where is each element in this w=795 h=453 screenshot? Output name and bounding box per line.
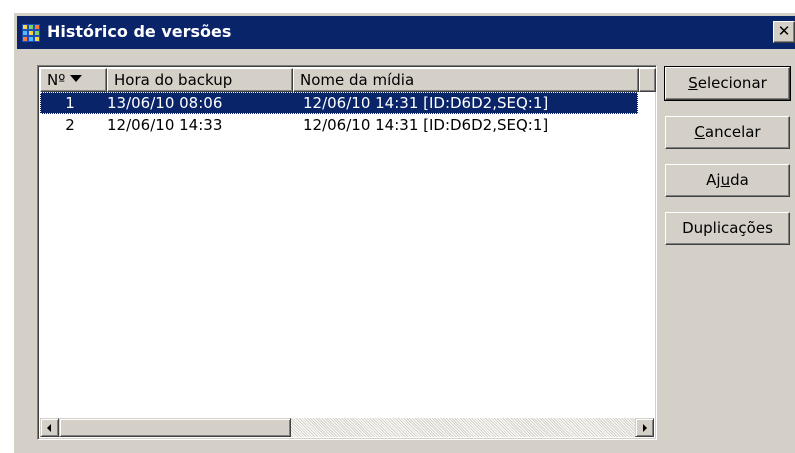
- window-title: Histórico de versões: [47, 22, 232, 41]
- help-button-mnemonic: u: [720, 171, 731, 189]
- cancel-button-label-post: ancelar: [704, 123, 761, 141]
- column-header-backup-time[interactable]: Hora do backup: [107, 68, 293, 92]
- row-media-name: 12/06/10 14:31 [ID:D6D2,SEQ:1]: [303, 116, 549, 134]
- scroll-left-button[interactable]: [40, 418, 59, 437]
- column-header-media-name[interactable]: Nome da mídia: [293, 68, 639, 92]
- row-number: 1: [65, 94, 75, 112]
- help-button-label-pre: Aj: [706, 171, 721, 189]
- horizontal-scrollbar[interactable]: [40, 418, 654, 437]
- column-header-number[interactable]: Nº: [40, 68, 107, 92]
- sort-down-arrow-icon: [70, 75, 83, 82]
- duplicates-button[interactable]: Duplicações: [665, 212, 790, 245]
- help-button[interactable]: Ajuda: [665, 164, 790, 197]
- row-backup-time: 13/06/10 08:06: [107, 94, 223, 112]
- select-button[interactable]: Selecionar: [664, 66, 791, 101]
- select-button-label-post: elecionar: [697, 74, 767, 92]
- help-button-label-post: da: [730, 171, 749, 189]
- column-header-backup-time-label: Hora do backup: [114, 71, 233, 89]
- duplicates-button-label: Duplicações: [682, 219, 773, 237]
- row-backup-time: 12/06/10 14:33: [107, 116, 223, 134]
- arrow-left-icon: [47, 424, 51, 432]
- column-header-media-name-label: Nome da mídia: [300, 71, 415, 89]
- grid-app-icon: [22, 24, 40, 42]
- column-header-filler: [639, 68, 656, 92]
- close-button[interactable]: ✕: [773, 21, 795, 43]
- version-history-dialog: Histórico de versões ✕ Nº Hora do backup…: [13, 12, 795, 453]
- cancel-button-mnemonic: C: [694, 123, 705, 141]
- cancel-button[interactable]: Cancelar: [665, 116, 790, 149]
- column-header-number-label: Nº: [47, 71, 66, 89]
- arrow-right-icon: [643, 424, 647, 432]
- table-row[interactable]: 2 12/06/10 14:33 12/06/10 14:31 [ID:D6D2…: [40, 114, 656, 136]
- row-number: 2: [65, 116, 75, 134]
- close-icon: ✕: [777, 22, 791, 40]
- list-header: Nº Hora do backup Nome da mídia: [40, 68, 656, 92]
- list-rows: 1 13/06/10 08:06 12/06/10 14:31 [ID:D6D2…: [40, 92, 656, 136]
- scrollbar-thumb[interactable]: [59, 418, 291, 437]
- scroll-right-button[interactable]: [635, 418, 654, 437]
- title-bar: Histórico de versões ✕: [17, 16, 795, 49]
- select-button-mnemonic: S: [688, 74, 698, 92]
- row-media-name: 12/06/10 14:31 [ID:D6D2,SEQ:1]: [303, 94, 549, 112]
- version-list[interactable]: Nº Hora do backup Nome da mídia 1 13/06/…: [37, 65, 657, 440]
- table-row[interactable]: 1 13/06/10 08:06 12/06/10 14:31 [ID:D6D2…: [40, 92, 656, 114]
